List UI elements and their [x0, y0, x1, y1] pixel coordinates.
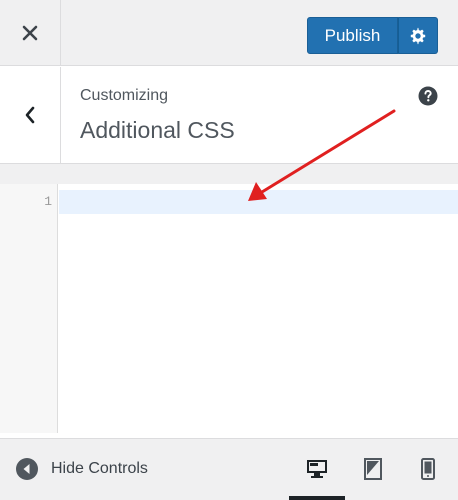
publish-settings-button[interactable]	[398, 17, 438, 54]
breadcrumb: Customizing	[80, 87, 169, 104]
close-button[interactable]	[0, 0, 61, 66]
line-number-gutter: 1	[0, 184, 58, 433]
preview-desktop-button[interactable]	[297, 451, 337, 487]
customizer-footer: Hide Controls	[0, 438, 458, 500]
chevron-left-icon	[25, 106, 35, 124]
customizer-header: Publish	[0, 0, 458, 66]
gear-icon	[410, 27, 426, 44]
hide-controls-button[interactable]: Hide Controls	[16, 458, 148, 480]
tablet-icon	[364, 458, 382, 480]
css-code-editor[interactable]: 1	[0, 184, 458, 433]
close-icon	[22, 25, 38, 41]
hide-controls-label: Hide Controls	[51, 460, 148, 477]
back-button[interactable]	[0, 67, 61, 163]
page-title: Additional CSS	[80, 117, 235, 143]
mobile-icon	[421, 458, 435, 480]
section-header: Customizing Additional CSS	[0, 67, 458, 164]
active-device-indicator	[289, 496, 345, 500]
help-icon[interactable]	[418, 86, 438, 106]
section-divider	[0, 164, 458, 184]
desktop-icon	[307, 460, 327, 478]
active-line-highlight[interactable]	[59, 190, 458, 214]
collapse-icon	[16, 458, 38, 480]
publish-button[interactable]: Publish	[307, 17, 398, 54]
line-number: 1	[44, 194, 52, 209]
preview-tablet-button[interactable]	[353, 451, 393, 487]
preview-mobile-button[interactable]	[408, 451, 448, 487]
